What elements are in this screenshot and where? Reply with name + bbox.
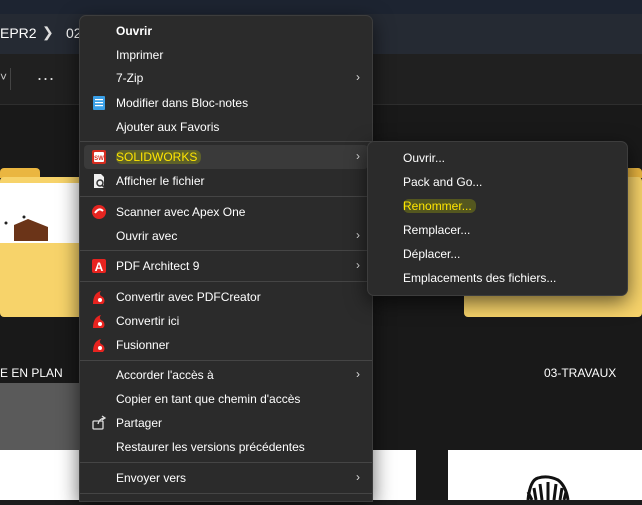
menu-item-bloc-notes[interactable]: Modifier dans Bloc-notes <box>84 91 368 115</box>
menu-divider <box>80 281 372 282</box>
menu-item-label: SOLIDWORKS <box>116 150 202 164</box>
svg-text:A: A <box>95 260 104 274</box>
file-tile-background <box>0 383 85 451</box>
pdfcreator-icon <box>93 339 105 352</box>
submenu-item-renommer[interactable]: Renommer... <box>372 194 623 218</box>
submenu-item-label: Pack and Go... <box>403 175 483 189</box>
menu-item-pdfcreator[interactable]: Convertir avec PDFCreator <box>84 285 368 309</box>
folder-label-plan[interactable]: E EN PLAN <box>0 366 63 380</box>
submenu-item-label: Remplacer... <box>403 223 471 237</box>
menu-item-label: Partager <box>116 416 163 430</box>
pdfcreator-icon <box>93 315 105 328</box>
file-thumbnail[interactable] <box>448 450 642 501</box>
menu-item-label: Convertir ici <box>116 314 180 328</box>
menu-item-restaurer[interactable]: Restaurer les versions précédentes <box>84 435 368 459</box>
more-options-button[interactable]: ... <box>37 64 55 85</box>
menu-item-7zip[interactable]: 7-Zip › <box>84 66 368 90</box>
solidworks-icon: SW <box>92 150 106 164</box>
submenu-item-pack-and-go[interactable]: Pack and Go... <box>372 170 623 194</box>
menu-item-label: Envoyer vers <box>116 471 187 485</box>
chevron-right-icon: › <box>356 70 360 84</box>
menu-item-label: Ouvrir <box>116 24 153 38</box>
submenu-item-remplacer[interactable]: Remplacer... <box>372 218 623 242</box>
menu-item-ouvrir[interactable]: Ouvrir <box>84 19 368 43</box>
menu-item-solidworks[interactable]: SW SOLIDWORKS › <box>84 145 368 169</box>
menu-item-convertir-ici[interactable]: Convertir ici <box>84 309 368 333</box>
file-thumbnail[interactable] <box>371 450 416 500</box>
context-menu: Ouvrir Imprimer 7-Zip › Modifier dans Bl… <box>79 15 373 502</box>
breadcrumb-segment-epr2[interactable]: EPR2 <box>0 25 37 41</box>
submenu-item-label: Renommer... <box>403 199 476 213</box>
menu-item-afficher[interactable]: Afficher le fichier <box>84 169 368 193</box>
menu-item-fusionner[interactable]: Fusionner <box>84 333 368 357</box>
menu-item-envoyer[interactable]: Envoyer vers › <box>84 466 368 490</box>
menu-item-acces[interactable]: Accorder l'accès à › <box>84 363 368 387</box>
submenu-item-deplacer[interactable]: Déplacer... <box>372 242 623 266</box>
spring-thumbnail-icon <box>526 475 570 501</box>
menu-item-pdf-architect[interactable]: A PDF Architect 9 › <box>84 254 368 278</box>
menu-item-label: Fusionner <box>116 338 170 352</box>
menu-item-favoris[interactable]: Ajouter aux Favoris <box>84 115 368 139</box>
pdfcreator-icon <box>93 291 105 304</box>
submenu-item-emplacements[interactable]: Emplacements des fichiers... <box>372 266 623 290</box>
menu-item-label: Ajouter aux Favoris <box>116 120 220 134</box>
file-view-icon <box>94 174 106 189</box>
menu-item-label: Scanner avec Apex One <box>116 205 246 219</box>
window-top-strip <box>0 0 642 14</box>
apex-one-icon <box>92 205 106 219</box>
menu-item-label: 7-Zip <box>116 71 144 85</box>
menu-divider <box>80 250 372 251</box>
menu-item-imprimer[interactable]: Imprimer <box>84 43 368 67</box>
file-thumbnail[interactable] <box>0 450 85 500</box>
menu-divider <box>80 493 372 494</box>
chevron-right-icon: › <box>356 228 360 242</box>
menu-divider <box>80 196 372 197</box>
menu-divider <box>80 141 372 142</box>
chevron-down-icon[interactable]: ˅ <box>0 70 7 84</box>
preview-thumbnail-icon <box>4 215 48 241</box>
menu-item-copier-chemin[interactable]: Copier en tant que chemin d'accès <box>84 387 368 411</box>
submenu-item-ouvrir[interactable]: Ouvrir... <box>372 146 623 170</box>
chevron-right-icon: › <box>356 367 360 381</box>
chevron-right-icon: › <box>356 149 360 163</box>
menu-item-ouvrir-avec[interactable]: Ouvrir avec › <box>84 224 368 248</box>
menu-item-label: Convertir avec PDFCreator <box>116 290 261 304</box>
menu-divider <box>80 462 372 463</box>
breadcrumb-chevron-icon: ❯ <box>42 24 54 40</box>
menu-item-label: Ouvrir avec <box>116 229 178 243</box>
menu-item-label: Imprimer <box>116 48 164 62</box>
menu-item-label: PDF Architect 9 <box>116 259 200 273</box>
menu-item-label: Copier en tant que chemin d'accès <box>116 392 301 406</box>
submenu-item-label: Déplacer... <box>403 247 461 261</box>
svg-text:SW: SW <box>94 156 104 162</box>
menu-item-apex[interactable]: Scanner avec Apex One <box>84 200 368 224</box>
pdf-architect-icon: A <box>92 259 106 274</box>
menu-item-label: Afficher le fichier <box>116 174 205 188</box>
solidworks-submenu: Ouvrir... Pack and Go... Renommer... Rem… <box>367 141 628 296</box>
submenu-item-label: Ouvrir... <box>403 151 446 165</box>
notepad-icon <box>93 96 105 110</box>
folder-icon[interactable] <box>0 177 85 317</box>
menu-item-partager[interactable]: Partager <box>84 411 368 435</box>
menu-divider <box>80 360 372 361</box>
chevron-right-icon: › <box>356 470 360 484</box>
menu-item-label: Accorder l'accès à <box>116 368 214 382</box>
menu-item-label: Modifier dans Bloc-notes <box>116 96 249 110</box>
submenu-item-label: Emplacements des fichiers... <box>403 271 557 285</box>
toolbar-divider <box>10 68 11 90</box>
menu-item-label: Restaurer les versions précédentes <box>116 440 305 454</box>
share-icon <box>92 415 107 430</box>
folder-label-travaux[interactable]: 03-TRAVAUX <box>544 366 616 380</box>
folder-preview <box>0 183 80 243</box>
chevron-right-icon: › <box>356 258 360 272</box>
